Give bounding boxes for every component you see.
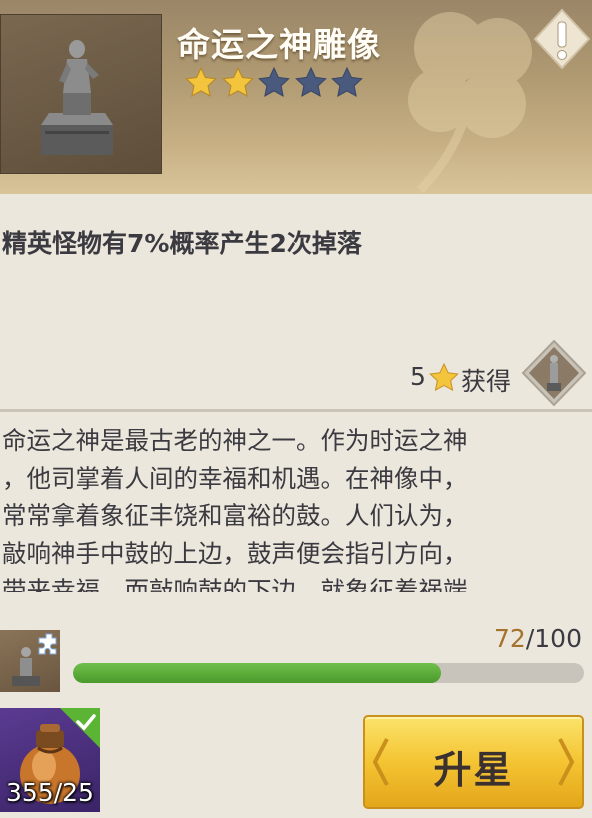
item-effect: 精英怪物有7%概率产生2次掉落 (2, 229, 362, 258)
obtain-statue-icon[interactable] (521, 339, 587, 407)
star-icon-empty (331, 66, 363, 97)
item-description: 命运之神是最古老的神之一。作为时运之神 ，他司掌着人间的幸福和机遇。在神像中， … (2, 426, 468, 592)
obtain-label: 获得 (461, 367, 512, 396)
section-divider (0, 409, 592, 412)
chevron-right-icon (558, 738, 575, 786)
star-icon (429, 362, 459, 392)
item-title: 命运之神雕像 (177, 25, 381, 64)
item-header: 命运之神雕像 (0, 0, 592, 194)
star-icon-filled (185, 66, 217, 97)
exclamation-icon[interactable] (533, 8, 591, 70)
star-icon-empty (258, 66, 290, 97)
puzzle-icon (38, 633, 57, 655)
fragment-progress-bar (73, 663, 584, 683)
fragment-progress-text: 72/100 (494, 624, 582, 653)
material-count: 355/25 (6, 778, 94, 807)
star-icon-empty (294, 66, 327, 97)
check-icon (60, 708, 100, 748)
upgrade-star-label: 升星 (433, 748, 514, 792)
star-icon-filled (221, 66, 254, 97)
obtain-star-count: 5 (410, 362, 426, 391)
fragment-progress-fill (73, 663, 441, 683)
upgrade-star-button[interactable]: 升星 (363, 715, 584, 809)
statue-portrait (0, 14, 162, 174)
